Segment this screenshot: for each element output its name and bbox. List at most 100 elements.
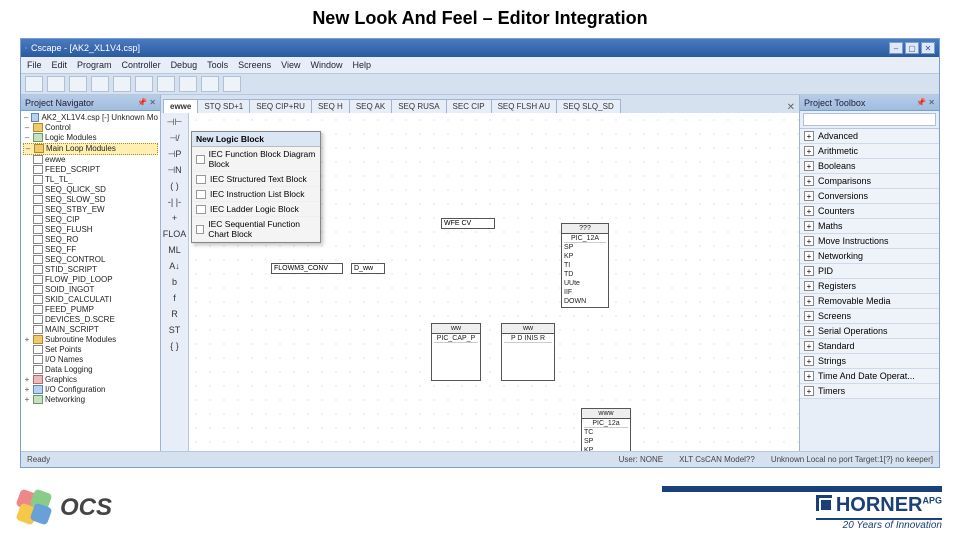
tree-item[interactable]: MAIN_SCRIPT xyxy=(23,325,158,335)
expand-icon[interactable]: + xyxy=(804,131,814,141)
tab[interactable]: SEQ SLQ_SD xyxy=(556,99,621,113)
function-block[interactable]: FLOWM3_CONV xyxy=(271,263,343,274)
tree-item[interactable]: +I/O Configuration xyxy=(23,385,158,395)
palette-element[interactable]: ST xyxy=(165,323,185,337)
tree-logic-modules[interactable]: –Logic Modules xyxy=(23,133,158,143)
tree-item[interactable]: SEQ_FF xyxy=(23,245,158,255)
toolbar-button[interactable] xyxy=(69,76,87,92)
expand-icon[interactable]: + xyxy=(804,356,814,366)
menu-view[interactable]: View xyxy=(281,60,300,70)
toolbar-button[interactable] xyxy=(179,76,197,92)
pin-icon[interactable]: 📌 ✕ xyxy=(137,98,156,107)
function-block[interactable]: D_ww xyxy=(351,263,385,274)
tree-item[interactable]: ewwe xyxy=(23,155,158,165)
palette-element[interactable]: ML xyxy=(165,243,185,257)
tree-item[interactable]: SEQ_SLOW_SD xyxy=(23,195,158,205)
tab-active[interactable]: ewwe xyxy=(163,99,198,113)
maximize-button[interactable]: ▢ xyxy=(905,42,919,54)
palette-element[interactable]: ⊣⊢ xyxy=(165,115,185,129)
menu-controller[interactable]: Controller xyxy=(122,60,161,70)
toolbox-category[interactable]: +Removable Media xyxy=(800,294,939,309)
toolbox-category[interactable]: +Registers xyxy=(800,279,939,294)
tree-item[interactable]: SEQ_STBY_EW xyxy=(23,205,158,215)
tree-item[interactable]: FLOW_PID_LOOP xyxy=(23,275,158,285)
toolbox-category[interactable]: +Serial Operations xyxy=(800,324,939,339)
tab[interactable]: SEQ CIP+RU xyxy=(249,99,312,113)
toolbox-category[interactable]: +Conversions xyxy=(800,189,939,204)
palette-element[interactable]: ⊣/ xyxy=(165,131,185,145)
expand-icon[interactable]: + xyxy=(804,176,814,186)
palette-element[interactable]: ⊣P xyxy=(165,147,185,161)
tab[interactable]: SEQ H xyxy=(311,99,350,113)
palette-element[interactable]: b xyxy=(165,275,185,289)
toolbox-category[interactable]: +Advanced xyxy=(800,129,939,144)
menu-edit[interactable]: Edit xyxy=(52,60,68,70)
toolbox-category[interactable]: +Standard xyxy=(800,339,939,354)
expand-icon[interactable]: + xyxy=(804,206,814,216)
menu-help[interactable]: Help xyxy=(353,60,372,70)
toolbox-category[interactable]: +Arithmetic xyxy=(800,144,939,159)
tree-subroutine[interactable]: +Subroutine Modules xyxy=(23,335,158,345)
tree-item[interactable]: I/O Names xyxy=(23,355,158,365)
toolbox-category[interactable]: +Counters xyxy=(800,204,939,219)
toolbox-category[interactable]: +Strings xyxy=(800,354,939,369)
function-block[interactable]: wwPIC_CAP_P xyxy=(431,323,481,381)
tab[interactable]: SEQ RUSA xyxy=(391,99,446,113)
toolbar-button[interactable] xyxy=(223,76,241,92)
toolbox-search-input[interactable] xyxy=(803,113,936,126)
menu-file[interactable]: File xyxy=(27,60,42,70)
tab[interactable]: STQ SD+1 xyxy=(197,99,250,113)
tree-root[interactable]: –AK2_XL1V4.csp [-] Unknown Mo xyxy=(23,113,158,123)
menu-tools[interactable]: Tools xyxy=(207,60,228,70)
minimize-button[interactable]: – xyxy=(889,42,903,54)
toolbox-category[interactable]: +Comparisons xyxy=(800,174,939,189)
tree-item[interactable]: SOID_INGOT xyxy=(23,285,158,295)
tree-item[interactable]: FEED_PUMP xyxy=(23,305,158,315)
tree-item[interactable]: STID_SCRIPT xyxy=(23,265,158,275)
tree-item[interactable]: +Graphics xyxy=(23,375,158,385)
palette-element[interactable]: ( ) xyxy=(165,179,185,193)
ctxmenu-item[interactable]: IEC Function Block Diagram Block xyxy=(192,147,320,172)
ctxmenu-item[interactable]: IEC Sequential Function Chart Block xyxy=(192,217,320,242)
expand-icon[interactable]: + xyxy=(804,386,814,396)
toolbar-button[interactable] xyxy=(47,76,65,92)
toolbar-button[interactable] xyxy=(135,76,153,92)
project-tree[interactable]: –AK2_XL1V4.csp [-] Unknown Mo –Control –… xyxy=(21,111,160,451)
function-block[interactable]: wwwPIC_12aTCSPKP%TwuEnLDCOWn xyxy=(581,408,631,451)
menu-program[interactable]: Program xyxy=(77,60,112,70)
toolbox-category[interactable]: +Time And Date Operat... xyxy=(800,369,939,384)
pin-icon[interactable]: 📌 ✕ xyxy=(916,98,935,107)
toolbox-category[interactable]: +Maths xyxy=(800,219,939,234)
expand-icon[interactable]: + xyxy=(804,236,814,246)
palette-element[interactable]: { } xyxy=(165,339,185,353)
tree-item[interactable]: TL_TL_ xyxy=(23,175,158,185)
expand-icon[interactable]: + xyxy=(804,221,814,231)
tree-item[interactable]: DEVICES_D.SCRE xyxy=(23,315,158,325)
diagram-canvas[interactable]: ⊣⊢⊣/⊣P⊣N( )-| |-+FLOAMLA↓bfRST{ } New Lo… xyxy=(161,113,799,451)
ctxmenu-item[interactable]: IEC Structured Text Block xyxy=(192,172,320,187)
toolbox-category[interactable]: +Booleans xyxy=(800,159,939,174)
toolbox-category[interactable]: +PID xyxy=(800,264,939,279)
menu-screens[interactable]: Screens xyxy=(238,60,271,70)
toolbox-category[interactable]: +Screens xyxy=(800,309,939,324)
tree-item[interactable]: +Networking xyxy=(23,395,158,405)
ctxmenu-item[interactable]: IEC Instruction List Block xyxy=(192,187,320,202)
toolbox-category[interactable]: +Networking xyxy=(800,249,939,264)
function-block[interactable]: wwP D INIS R xyxy=(501,323,555,381)
toolbox-category[interactable]: +Move Instructions xyxy=(800,234,939,249)
toolbar-button[interactable] xyxy=(201,76,219,92)
expand-icon[interactable]: + xyxy=(804,341,814,351)
expand-icon[interactable]: + xyxy=(804,371,814,381)
tab[interactable]: SEC CIP xyxy=(446,99,492,113)
toolbar-button[interactable] xyxy=(91,76,109,92)
expand-icon[interactable]: + xyxy=(804,266,814,276)
palette-element[interactable]: A↓ xyxy=(165,259,185,273)
palette-element[interactable]: FLOA xyxy=(165,227,185,241)
palette-element[interactable]: ⊣N xyxy=(165,163,185,177)
tree-item[interactable]: SEQ_CONTROL xyxy=(23,255,158,265)
toolbox-category[interactable]: +Timers xyxy=(800,384,939,399)
tree-item[interactable]: SEQ_CIP xyxy=(23,215,158,225)
expand-icon[interactable]: + xyxy=(804,326,814,336)
palette-element[interactable]: -| |- xyxy=(165,195,185,209)
tab-close-icon[interactable]: ✕ xyxy=(787,102,795,113)
